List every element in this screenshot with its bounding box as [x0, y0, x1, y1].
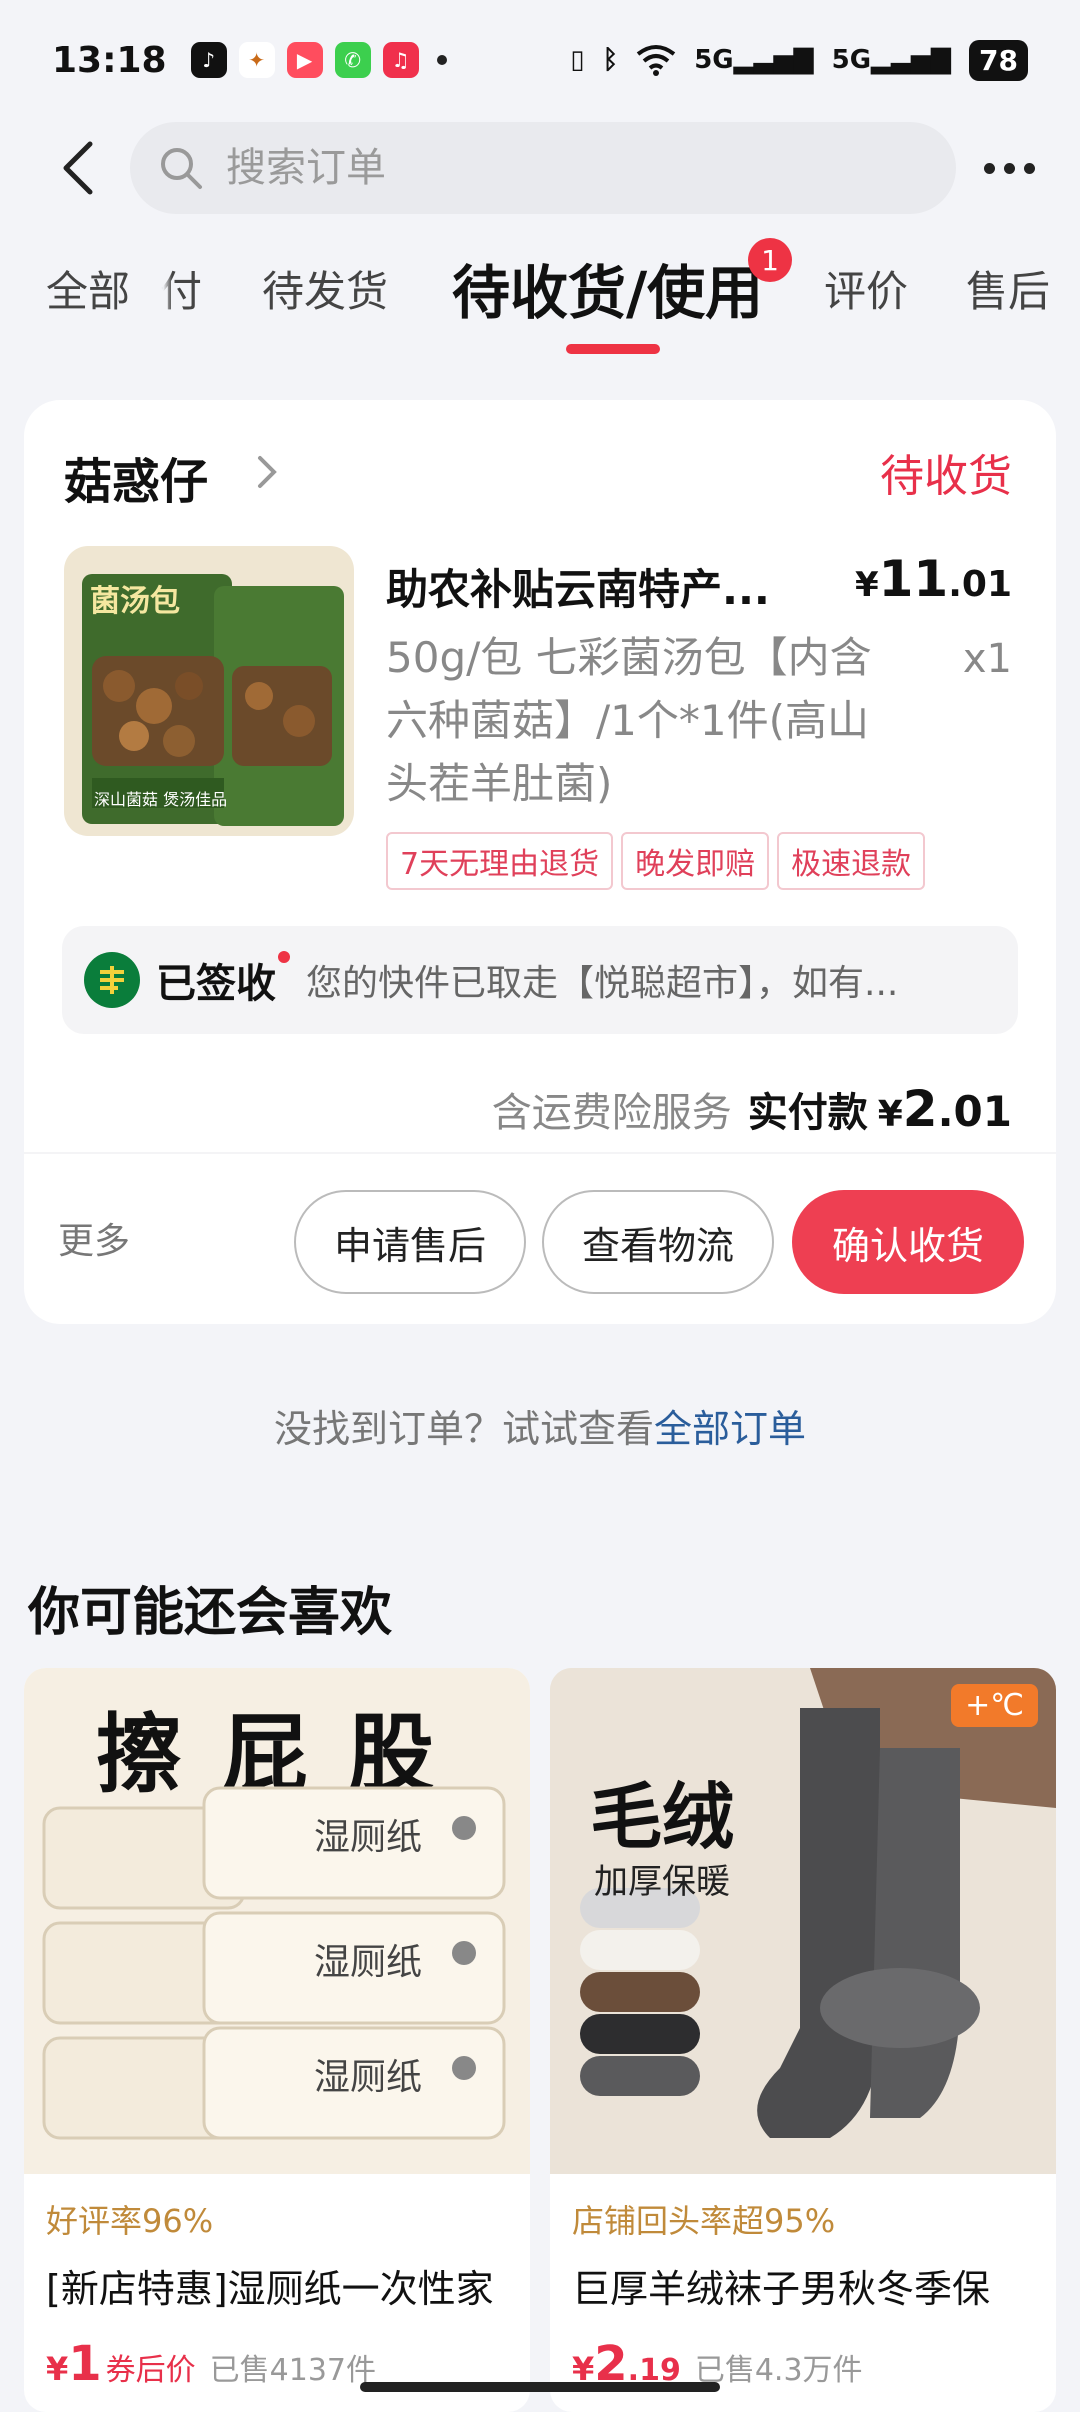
price-symbol: ¥ — [854, 565, 879, 605]
paid-decimal: .01 — [937, 1087, 1012, 1136]
back-icon[interactable] — [48, 138, 108, 198]
shipping-insurance-label: 含运费险服务 — [491, 1090, 732, 1136]
battery-icon: 78 — [969, 39, 1028, 81]
product-image-label-bottom: 深山菌菇 煲汤佳品 — [94, 790, 228, 809]
home-indicator[interactable] — [360, 2382, 720, 2392]
chevron-right-icon[interactable] — [250, 452, 286, 492]
tab-to-ship[interactable]: 待发货 — [262, 258, 388, 319]
notification-dot-icon — [436, 55, 447, 65]
product-quantity: x1 — [962, 636, 1012, 682]
product-title[interactable]: 助农补贴云南特产... — [386, 556, 806, 617]
more-options-icon[interactable] — [984, 162, 1035, 174]
header — [0, 118, 1080, 218]
search-bar[interactable] — [130, 122, 956, 214]
tab-scroll-fade — [150, 238, 172, 348]
paid-label: 实付款 — [747, 1090, 868, 1136]
status-bar: 13:18 ♪ ✦ ▶ ✆ ♫ ▯ ᛒ 5G▂▃▅▇ 5G▂▃▅▇ 78 — [0, 0, 1080, 120]
logistics-bar[interactable]: 已签收 您的快件已取走【悦聪超市】，如有... — [62, 926, 1018, 1034]
music-app-icon: ♫ — [382, 42, 419, 78]
network-label-2: 5G — [831, 45, 872, 75]
recommend-title: 你可能还会喜欢 — [28, 1583, 393, 1643]
logistics-message: 您的快件已取走【悦聪超市】，如有... — [306, 963, 899, 1004]
more-link[interactable]: 更多 — [58, 1212, 130, 1264]
recommend-stat: 好评率96% — [46, 2202, 214, 2240]
logistics-status-text: 已签收 — [156, 961, 276, 1007]
rec-price-symbol: ¥ — [46, 2350, 69, 2388]
china-post-logo-icon — [84, 952, 140, 1008]
recommend-image-socks: 毛绒 加厚保暖 +℃ — [550, 1668, 1056, 2174]
vibrate-icon: ▯ — [570, 45, 585, 75]
recommend-price: ¥1 券后价 已售4137件 — [46, 2336, 376, 2392]
service-tags: 7天无理由退货 晚发即赔 极速退款 — [386, 832, 926, 890]
tag-return-7days: 7天无理由退货 — [386, 832, 614, 890]
tab-all[interactable]: 全部 — [46, 258, 130, 319]
tab-to-receive[interactable]: 待收货/使用 — [452, 246, 763, 330]
store-name[interactable]: 菇惑仔 — [64, 442, 208, 512]
tag-late-compensation: 晚发即赔 — [621, 832, 770, 890]
all-orders-link[interactable]: 全部订单 — [654, 1407, 806, 1451]
payment-summary: 含运费险服务 实付款 ¥2.01 — [492, 1080, 1012, 1138]
network-label-1: 5G — [694, 45, 734, 75]
tag-fast-refund: 极速退款 — [777, 832, 926, 890]
signal-icon-1: 5G▂▃▅▇ — [694, 45, 814, 75]
apply-after-sale-button[interactable]: 申请售后 — [294, 1190, 526, 1294]
rec-price-integer: 1 — [68, 2336, 102, 2392]
status-time: 13:18 — [52, 39, 167, 81]
price-integer: 11 — [878, 550, 949, 608]
product-image[interactable]: 菌汤包 深山菌菇 煲汤佳品 — [64, 546, 354, 836]
rec-image-headline-2: 毛绒 — [590, 1775, 735, 1859]
order-status: 待收货 — [880, 451, 1012, 502]
divider — [24, 1152, 1056, 1154]
rec-image-pack-text-3: 湿厕纸 — [314, 2057, 423, 2098]
tab-badge: 1 — [748, 238, 792, 282]
paid-amount: ¥2.01 — [878, 1080, 1012, 1138]
product-spec: 50g/包 七彩菌汤包【内含六种菌菇】/1个*1件(高山头茬羊肚菌) — [386, 633, 872, 808]
view-logistics-button[interactable]: 查看物流 — [542, 1190, 774, 1294]
recommend-stat: 店铺回头率超95% — [572, 2202, 836, 2240]
signal-icon-2: 5G▂▃▅▇ — [831, 45, 952, 75]
status-indicators: ▯ ᛒ 5G▂▃▅▇ 5G▂▃▅▇ 78 — [570, 39, 1028, 81]
video-app-icon: ▶ — [286, 42, 323, 78]
product-price: ¥11.01 — [855, 550, 1012, 608]
rec-image-pack-text-2: 湿厕纸 — [314, 1942, 423, 1983]
order-tabs: 全部 付 待发货 待收货/使用 1 评价 售后 — [0, 238, 1080, 358]
not-found-hint: 没找到订单？试试查看全部订单 — [0, 1398, 1080, 1453]
tab-after-sale[interactable]: 售后 — [966, 258, 1050, 319]
paid-symbol: ¥ — [877, 1094, 903, 1135]
search-icon — [161, 148, 202, 189]
rec-image-pack-text-1: 湿厕纸 — [314, 1817, 423, 1858]
search-input[interactable] — [226, 145, 826, 191]
active-tab-indicator — [566, 344, 660, 354]
rec-sold-count: 已售4137件 — [209, 2353, 377, 2388]
rec-price-note: 券后价 — [105, 2353, 196, 2388]
rec-sold-count: 已售4.3万件 — [694, 2353, 863, 2388]
recommend-name: 巨厚羊绒袜子男秋冬季保 — [572, 2267, 991, 2311]
logistics-status: 已签收 — [156, 951, 290, 1009]
recommend-card-wet-wipes[interactable]: 擦屁股 湿厕纸 湿厕纸 湿厕纸 好评率96% [新店特惠]湿厕纸一次性家 ¥1 券… — [24, 1668, 530, 2412]
paid-integer: 2 — [902, 1080, 938, 1138]
price-decimal: .01 — [948, 564, 1012, 605]
tiktok-app-icon: ♪ — [190, 42, 227, 78]
confirm-receipt-button[interactable]: 确认收货 — [792, 1190, 1024, 1294]
recommend-image-wet-wipes: 擦屁股 湿厕纸 湿厕纸 湿厕纸 — [24, 1668, 530, 2174]
rec-image-badge: +℃ — [951, 1684, 1038, 1727]
wifi-icon — [636, 45, 676, 76]
squirrel-app-icon: ✦ — [238, 42, 275, 78]
phone-app-icon: ✆ — [334, 42, 371, 78]
order-card: 菇惑仔 待收货 菌汤包 深山菌菇 煲汤佳品 助农补贴云南特产... ¥11.01… — [24, 400, 1056, 1324]
tab-review[interactable]: 评价 — [824, 258, 908, 319]
bluetooth-icon: ᛒ — [602, 45, 619, 75]
unread-dot-icon — [278, 951, 290, 963]
rec-image-sub: 加厚保暖 — [594, 1862, 730, 1902]
recommend-card-socks[interactable]: 毛绒 加厚保暖 +℃ 店铺回头率超95% 巨厚羊绒袜子男秋冬季保 ¥2.19 已售… — [550, 1668, 1056, 2412]
hint-text: 没找到订单？试试查看 — [273, 1407, 654, 1451]
recommend-name: [新店特惠]湿厕纸一次性家 — [46, 2267, 494, 2311]
product-image-label-top: 菌汤包 — [90, 584, 180, 619]
